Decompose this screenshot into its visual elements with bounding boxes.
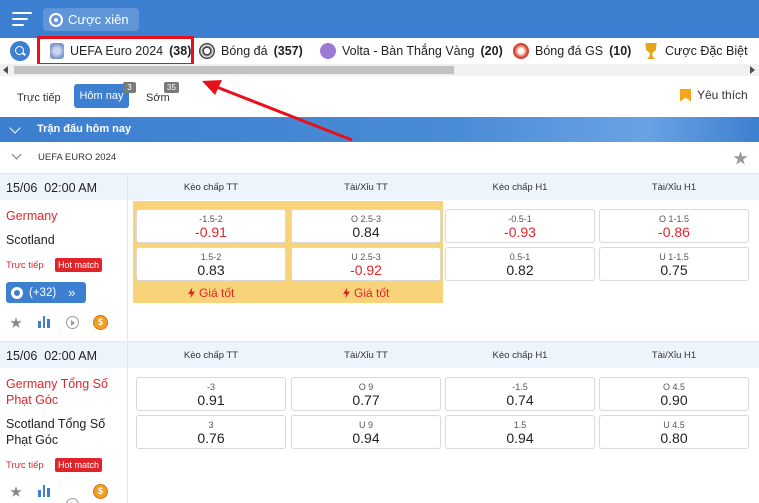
annotation-arrow-line [213,84,353,142]
annotation-arrow [202,80,353,142]
